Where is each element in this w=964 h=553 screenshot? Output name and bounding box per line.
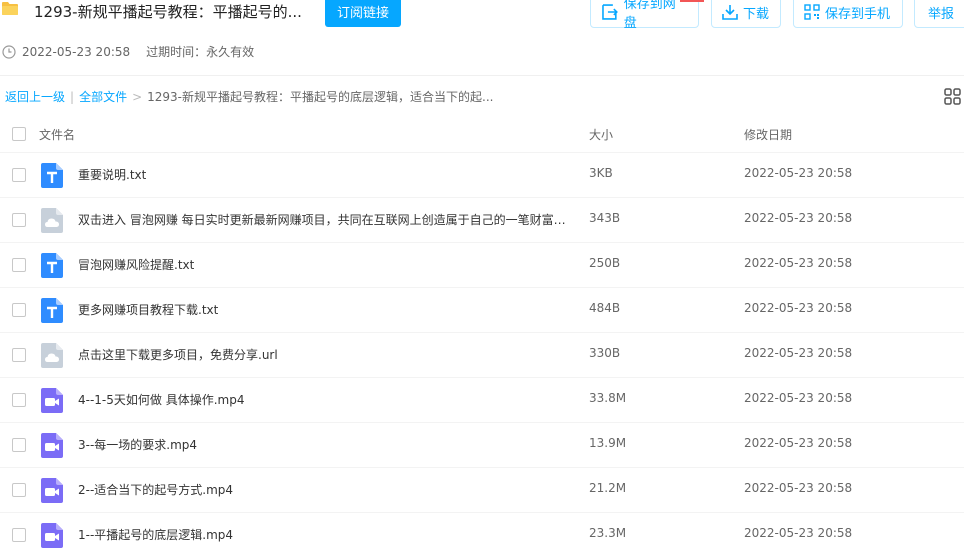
download-icon xyxy=(722,5,738,20)
file-row-checkbox[interactable] xyxy=(12,528,26,542)
file-date: 2022-05-23 20:58 xyxy=(744,481,853,495)
video-file-icon xyxy=(41,433,63,458)
file-size: 330B xyxy=(589,346,621,360)
notification-mark xyxy=(680,0,704,2)
file-name[interactable]: 冒泡网赚风险提醒.txt xyxy=(78,256,194,273)
clock-icon xyxy=(2,44,16,59)
file-row[interactable]: 3--每一场的要求.mp4 13.9M 2022-05-23 20:58 xyxy=(0,422,964,467)
file-name[interactable]: 3--每一场的要求.mp4 xyxy=(78,436,197,453)
grid-view-icon[interactable] xyxy=(944,88,961,105)
save-to-disk-icon xyxy=(602,4,618,20)
file-name[interactable]: 重要说明.txt xyxy=(78,166,146,183)
file-date: 2022-05-23 20:58 xyxy=(744,301,853,315)
file-row[interactable]: 冒泡网赚风险提醒.txt 250B 2022-05-23 20:58 xyxy=(0,242,964,287)
file-row-checkbox[interactable] xyxy=(12,303,26,317)
column-header-size[interactable]: 大小 xyxy=(589,126,613,143)
file-name[interactable]: 2--适合当下的起号方式.mp4 xyxy=(78,481,233,498)
file-row[interactable]: 点击这里下载更多项目，免费分享.url 330B 2022-05-23 20:58 xyxy=(0,332,964,377)
file-row[interactable]: 双击进入 冒泡网赚 每日实时更新最新网赚项目，共同在互联网上创造属于自己的一笔财… xyxy=(0,197,964,242)
video-file-icon xyxy=(41,523,63,548)
file-date: 2022-05-23 20:58 xyxy=(744,211,853,225)
file-date: 2022-05-23 20:58 xyxy=(744,391,853,405)
folder-icon xyxy=(2,2,18,15)
file-row-checkbox[interactable] xyxy=(12,348,26,362)
file-date: 2022-05-23 20:58 xyxy=(744,166,853,180)
file-size: 343B xyxy=(589,211,621,225)
file-name[interactable]: 双击进入 冒泡网赚 每日实时更新最新网赚项目，共同在互联网上创造属于自己的一笔财… xyxy=(78,211,568,228)
file-name[interactable]: 更多网赚项目教程下载.txt xyxy=(78,301,218,318)
file-size: 484B xyxy=(589,301,621,315)
expire-text: 过期时间：永久有效 xyxy=(146,45,255,59)
file-size: 13.9M xyxy=(589,436,627,450)
subscribe-button[interactable]: 订阅链接 xyxy=(325,0,401,27)
file-date: 2022-05-23 20:58 xyxy=(744,526,853,540)
file-row-checkbox[interactable] xyxy=(12,258,26,272)
back-link[interactable]: 返回上一级 xyxy=(5,88,65,105)
file-date: 2022-05-23 20:58 xyxy=(744,436,853,450)
save-to-disk-button[interactable]: 保存到网盘 xyxy=(590,0,699,31)
file-row-checkbox[interactable] xyxy=(12,483,26,497)
save-to-disk-label: 保存到网盘 xyxy=(623,0,676,31)
file-date: 2022-05-23 20:58 xyxy=(744,256,853,270)
download-label: 下载 xyxy=(743,6,770,22)
download-button[interactable]: 下载 xyxy=(711,0,781,28)
breadcrumb: 返回上一级 | 全部文件 > 1293-新规平播起号教程：平播起号的底层逻辑，适… xyxy=(5,88,493,105)
file-name[interactable]: 4--1-5天如何做 具体操作.mp4 xyxy=(78,391,244,408)
file-size: 3KB xyxy=(589,166,613,180)
link-file-icon xyxy=(41,208,63,233)
select-all-checkbox[interactable] xyxy=(12,127,26,141)
file-size: 33.8M xyxy=(589,391,627,405)
file-date: 2022-05-23 20:58 xyxy=(744,346,853,360)
file-row[interactable]: 1--平播起号的底层逻辑.mp4 23.3M 2022-05-23 20:58 xyxy=(0,512,964,553)
text-file-icon xyxy=(41,298,63,323)
share-title: 1293-新规平播起号教程：平播起号的... xyxy=(34,3,302,21)
column-header-name[interactable]: 文件名 xyxy=(39,126,75,143)
report-button[interactable]: 举报 xyxy=(914,0,964,28)
column-header-date[interactable]: 修改日期 xyxy=(744,126,792,143)
qr-code-icon xyxy=(804,4,820,20)
save-to-phone-button[interactable]: 保存到手机 xyxy=(793,0,903,28)
file-row-checkbox[interactable] xyxy=(12,213,26,227)
file-name[interactable]: 点击这里下载更多项目，免费分享.url xyxy=(78,346,278,363)
share-meta: 2022-05-23 20:58 过期时间：永久有效 xyxy=(2,43,254,60)
file-row[interactable]: 更多网赚项目教程下载.txt 484B 2022-05-23 20:58 xyxy=(0,287,964,332)
file-row[interactable]: 2--适合当下的起号方式.mp4 21.2M 2022-05-23 20:58 xyxy=(0,467,964,512)
file-size: 21.2M xyxy=(589,481,627,495)
breadcrumb-divider: | xyxy=(70,89,75,104)
breadcrumb-arrow: > xyxy=(132,89,143,104)
text-file-icon xyxy=(41,163,63,188)
video-file-icon xyxy=(41,478,63,503)
link-file-icon xyxy=(41,343,63,368)
file-row-checkbox[interactable] xyxy=(12,393,26,407)
share-header: 1293-新规平播起号教程：平播起号的... 订阅链接 保存到网盘 下载 保存到… xyxy=(0,0,964,34)
text-file-icon xyxy=(41,253,63,278)
all-files-link[interactable]: 全部文件 xyxy=(79,88,127,105)
file-row-checkbox[interactable] xyxy=(12,168,26,182)
file-row[interactable]: 4--1-5天如何做 具体操作.mp4 33.8M 2022-05-23 20:58 xyxy=(0,377,964,422)
file-size: 250B xyxy=(589,256,621,270)
breadcrumb-current: 1293-新规平播起号教程：平播起号的底层逻辑，适合当下的起... xyxy=(147,90,494,104)
file-name[interactable]: 1--平播起号的底层逻辑.mp4 xyxy=(78,526,233,543)
video-file-icon xyxy=(41,388,63,413)
save-to-phone-label: 保存到手机 xyxy=(825,6,891,22)
share-timestamp: 2022-05-23 20:58 xyxy=(22,44,131,59)
file-row[interactable]: 重要说明.txt 3KB 2022-05-23 20:58 xyxy=(0,152,964,197)
header-divider xyxy=(0,75,964,76)
file-row-checkbox[interactable] xyxy=(12,438,26,452)
file-size: 23.3M xyxy=(589,526,627,540)
